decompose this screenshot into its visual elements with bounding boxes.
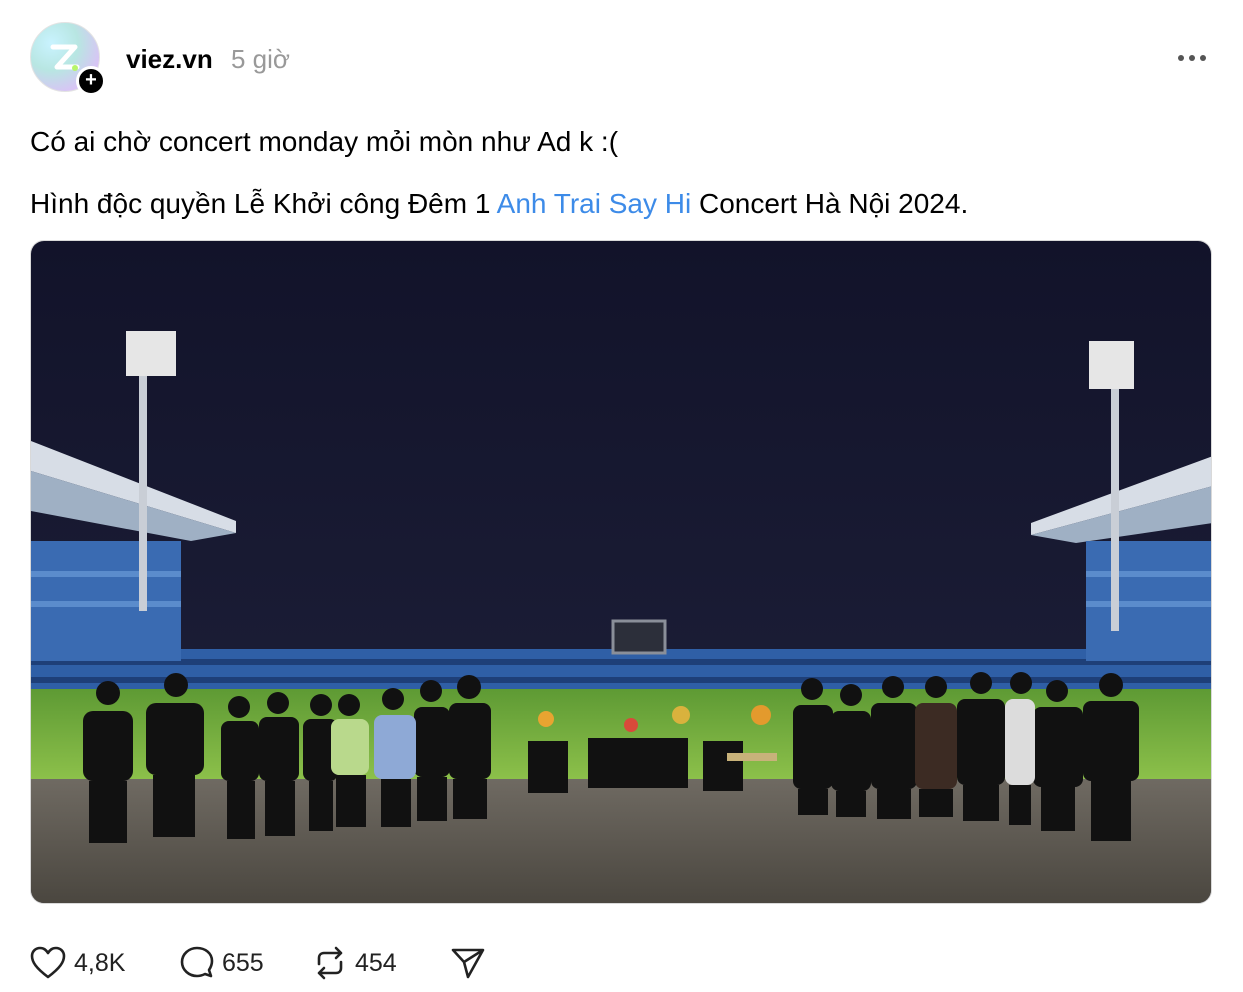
post-timestamp[interactable]: 5 giờ [231, 44, 290, 75]
hashtag-link[interactable]: Anh Trai Say Hi [497, 188, 692, 219]
comment-count: 655 [222, 948, 264, 977]
share-icon [451, 948, 485, 979]
username[interactable]: viez.vn [126, 44, 213, 75]
like-button[interactable]: 4,8K [30, 944, 125, 982]
follow-plus-icon[interactable]: + [76, 66, 106, 96]
avatar[interactable]: + [30, 22, 106, 96]
repost-button[interactable]: 454 [313, 944, 397, 982]
heart-icon [30, 946, 66, 979]
caption-text: Concert Hà Nội 2024. [691, 188, 969, 219]
caption-text: Hình độc quyền Lễ Khởi công Đêm 1 [30, 188, 497, 219]
more-options-icon[interactable] [1176, 46, 1208, 70]
post-text-line-2: Hình độc quyền Lễ Khởi công Đêm 1 Anh Tr… [30, 188, 968, 220]
like-count: 4,8K [74, 948, 126, 977]
comment-button[interactable]: 655 [180, 944, 264, 982]
comment-icon [180, 946, 214, 978]
post-text-line-1: Có ai chờ concert monday mỏi mòn như Ad … [30, 126, 619, 157]
repost-icon [317, 946, 343, 980]
post-actions: 4,8K 655 454 [0, 944, 1243, 984]
post-photo[interactable] [30, 240, 1212, 904]
repost-count: 454 [355, 948, 397, 977]
share-button[interactable] [450, 944, 486, 982]
